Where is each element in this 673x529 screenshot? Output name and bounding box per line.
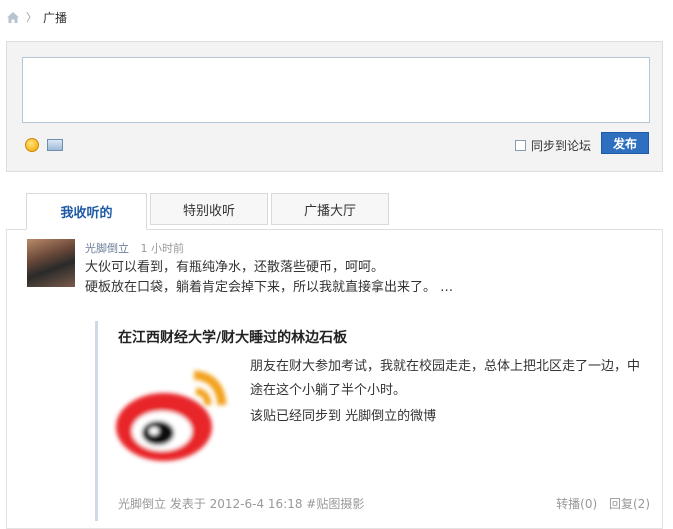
weibo-logo-icon [116, 370, 227, 461]
emoji-icon[interactable] [25, 138, 39, 152]
post-input[interactable] [22, 57, 650, 123]
post-time: 1 小时前 [140, 242, 185, 255]
tab-broadcast-hall[interactable]: 广播大厅 [271, 193, 389, 225]
tab-following[interactable]: 我收听的 [26, 193, 147, 230]
post-line: 大伙可以看到，有瓶纯净水，还散落些硬币，呵呵。 [85, 260, 385, 275]
post-line: 硬板放在口袋，躺着肯定会掉下来，所以我就直接拿出来了。 … [85, 280, 454, 295]
reply-button[interactable]: 回复(2) [609, 497, 650, 511]
sync-forum-label: 同步到论坛 [531, 139, 592, 153]
image-icon[interactable] [47, 139, 63, 151]
thread-sync-note: 该贴已经同步到 光脚倒立的微博 [250, 409, 437, 424]
post-meta: 光脚倒立 1 小时前 [85, 240, 184, 256]
avatar[interactable] [27, 239, 75, 287]
thread-footer: 光脚倒立 发表于 2012-6-4 16:18 #贴图摄影 [118, 497, 365, 511]
home-icon[interactable] [6, 11, 20, 24]
forward-button[interactable]: 转播(0) [556, 497, 597, 511]
tab-special-following[interactable]: 特别收听 [150, 193, 268, 225]
breadcrumb-separator: 〉 [26, 11, 37, 24]
sync-forum-checkbox[interactable] [515, 140, 526, 151]
feed: 光脚倒立 1 小时前 大伙可以看到，有瓶纯净水，还散落些硬币，呵呵。 硬板放在口… [6, 229, 663, 529]
post-text: 大伙可以看到，有瓶纯净水，还散落些硬币，呵呵。 硬板放在口袋，躺着肯定会掉下来，… [85, 258, 645, 298]
breadcrumb: 〉 广播 [6, 8, 67, 26]
breadcrumb-current: 广播 [43, 10, 68, 25]
post-author[interactable]: 光脚倒立 [85, 242, 129, 255]
sync-forum-option[interactable]: 同步到论坛 [515, 137, 591, 154]
thread-excerpt: 朋友在财大参加考试，我就在校园走走，总体上把北区走了一边，中途在这个小躺了半个小… [250, 355, 640, 403]
thread-title[interactable]: 在江西财经大学/财大睡过的林边石板 [118, 327, 347, 347]
thread-excerpt-text: 朋友在财大参加考试，我就在校园走走，总体上把北区走了一边，中途在这个小躺了半个小… [250, 359, 641, 398]
thread-actions: 转播(0) 回复(2) [548, 495, 650, 512]
quoted-thread: 在江西财经大学/财大睡过的林边石板 朋友在财大参加考试，我就在校园走走，总体上把… [95, 321, 656, 521]
publish-button[interactable]: 发布 [601, 132, 649, 154]
composer: 同步到论坛 发布 [6, 41, 663, 172]
feed-tabs: 我收听的 特别收听 广播大厅 [6, 193, 663, 230]
